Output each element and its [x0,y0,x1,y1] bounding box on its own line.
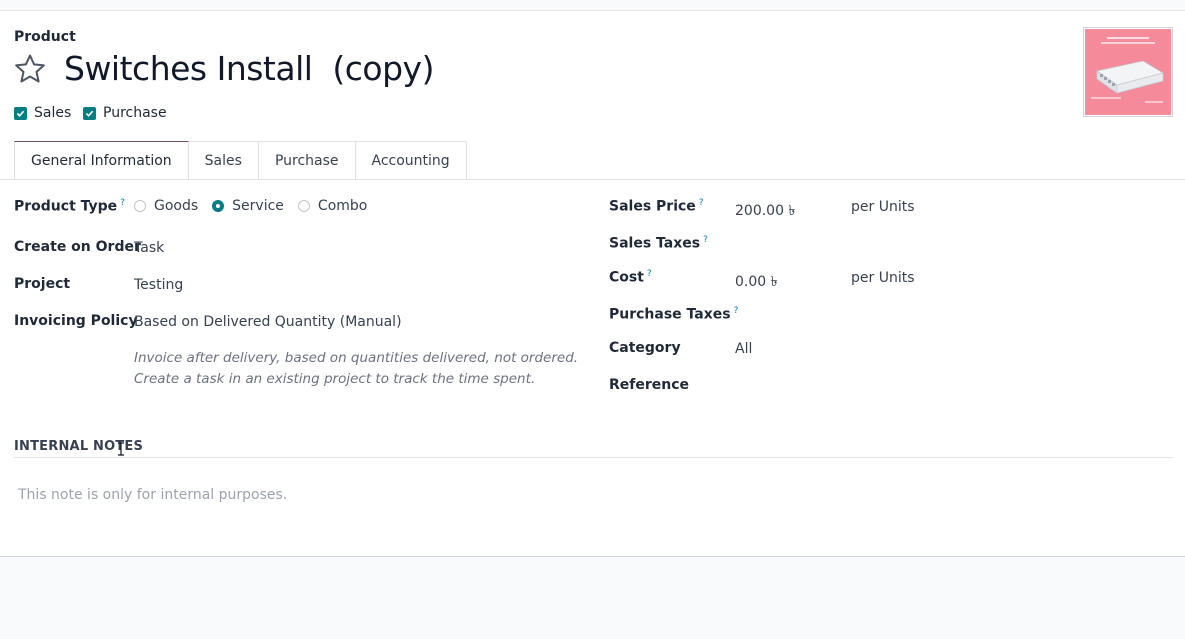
internal-notes-divider [14,457,1173,458]
sales-checkbox-row[interactable]: Sales [14,105,71,121]
radio-goods-label[interactable]: Goods [154,198,198,214]
sales-checkbox[interactable] [14,106,27,120]
radio-service-label[interactable]: Service [232,198,284,214]
sales-taxes-label-text: Sales Taxes [609,235,701,252]
sales-taxes-label: Sales Taxes? [609,235,708,252]
form-sheet: Product Switches Install (copy) Sales Pu… [0,10,1185,557]
checkmark-icon [16,110,25,117]
help-tooltip-icon[interactable]: ? [120,198,125,208]
sales-price-label: Sales Price? [609,198,704,215]
cost-field[interactable]: 0.00 ৳ [735,270,778,294]
purchase-taxes-field[interactable] [735,306,1035,324]
cost-uom: per Units [851,270,915,286]
purchase-checkbox-label: Purchase [103,105,167,121]
purchase-taxes-label-text: Purchase Taxes [609,306,731,323]
text-cursor-icon [118,442,124,456]
help-tooltip-icon[interactable]: ? [647,269,652,279]
cost-label: Cost? [609,269,652,286]
notebook-tabs: General Information Sales Purchase Accou… [14,141,467,180]
product-image[interactable] [1083,27,1173,117]
invoicing-policy-label: Invoicing Policy [14,313,138,329]
sales-price-field[interactable]: 200.00 ৳ [735,199,795,223]
purchase-checkbox-row[interactable]: Purchase [83,105,167,121]
radio-combo[interactable] [297,200,310,212]
project-label: Project [14,276,71,292]
purchase-taxes-label: Purchase Taxes? [609,306,738,323]
sales-checkbox-label: Sales [34,105,72,121]
tab-purchase[interactable]: Purchase [258,141,356,180]
model-label: Product [14,29,76,45]
favorite-star-icon[interactable] [14,53,46,85]
purchase-checkbox[interactable] [83,106,96,120]
product-type-radio-group[interactable]: Goods Service Combo [134,198,381,214]
checkmark-icon [85,110,94,117]
product-name-field[interactable]: Switches Install (copy) [64,49,434,88]
reference-field[interactable] [735,377,1035,395]
product-type-label-text: Product Type [14,198,118,215]
category-label: Category [609,340,681,356]
create-on-order-field[interactable]: Task [134,240,164,256]
product-type-label: Product Type? [14,198,125,215]
tab-general-information[interactable]: General Information [14,141,189,180]
project-field[interactable]: Testing [134,277,183,293]
invoicing-policy-field[interactable]: Based on Delivered Quantity (Manual) [134,314,402,330]
internal-notes-editor[interactable]: This note is only for internal purposes. [18,487,287,503]
tab-sales[interactable]: Sales [188,141,259,180]
help-tooltip-icon[interactable]: ? [703,235,708,245]
invoicing-policy-help: Invoice after delivery, based on quantit… [134,350,579,387]
sales-taxes-field[interactable] [735,235,1035,253]
reference-label: Reference [609,377,690,393]
sales-price-label-text: Sales Price [609,198,696,215]
network-switch-image [1085,29,1171,115]
sales-price-uom: per Units [851,199,915,215]
radio-service[interactable] [212,200,225,212]
create-on-order-label: Create on Order [14,239,141,255]
cost-label-text: Cost [609,269,644,286]
radio-goods[interactable] [134,200,146,212]
radio-combo-label[interactable]: Combo [318,198,367,214]
category-field[interactable]: All [735,341,752,357]
tabs-divider [0,179,1185,180]
help-tooltip-icon[interactable]: ? [699,198,704,208]
tab-accounting[interactable]: Accounting [355,141,467,180]
